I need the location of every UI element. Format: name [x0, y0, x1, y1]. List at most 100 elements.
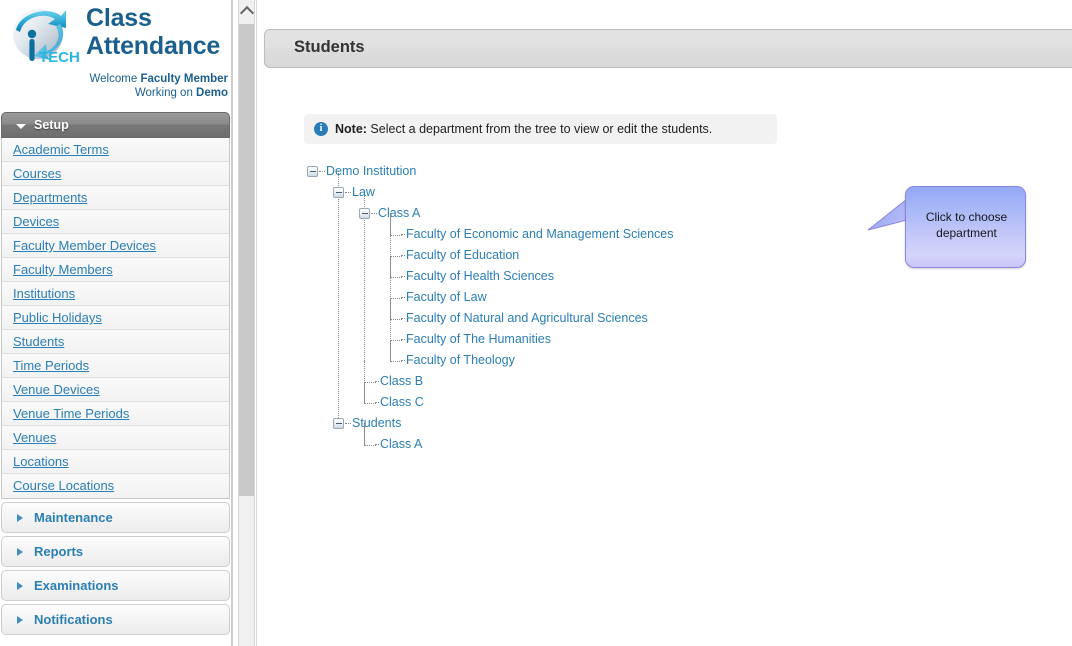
sidebar-item-label[interactable]: Locations	[13, 454, 69, 469]
sidebar-section-setup[interactable]: Setup	[1, 112, 230, 138]
sidebar-item-label[interactable]: Courses	[13, 166, 61, 181]
callout-bubble: Click to choose department	[905, 186, 1026, 268]
scrollbar-up-button[interactable]	[239, 0, 255, 21]
sidebar-item-label[interactable]: Academic Terms	[13, 142, 109, 157]
tree-node[interactable]: Faculty of Economic and Management Scien…	[385, 214, 674, 245]
app-title: Class Attendance	[86, 4, 228, 60]
sidebar-item[interactable]: Students	[2, 330, 229, 354]
tree-node-label[interactable]: Law	[352, 185, 375, 199]
department-tree: Demo Institution Law Class A Faculty of Eco…	[257, 0, 1072, 646]
tree-elbow-connector	[364, 361, 376, 383]
tree-elbow-connector	[390, 256, 402, 278]
sidebar-item[interactable]: Locations	[2, 450, 229, 474]
tree-node-label[interactable]: Class C	[380, 395, 424, 409]
brand-header: TECH Class Attendance Welcome Faculty Me…	[0, 0, 231, 112]
tree-node-label[interactable]: Class A	[380, 437, 422, 451]
sidebar-item[interactable]: Departments	[2, 186, 229, 210]
welcome-line: Welcome Faculty Member	[89, 73, 228, 85]
tree-collapse-icon[interactable]	[307, 166, 318, 177]
sidebar-section[interactable]: Reports	[1, 536, 230, 567]
sidebar-accordions: Maintenance Reports Examinations Notificati…	[0, 502, 231, 635]
tree-node-label[interactable]: Class B	[380, 374, 423, 388]
user-name: Faculty Member	[140, 73, 228, 85]
chevron-right-icon	[17, 548, 23, 556]
app-window: TECH Class Attendance Welcome Faculty Me…	[0, 0, 1072, 646]
sidebar-menu-setup: Academic Terms Courses Departments Devices F…	[1, 138, 230, 499]
tree-node[interactable]: Faculty of Education	[385, 235, 519, 266]
tree-elbow-connector	[390, 319, 402, 341]
tree-connector	[345, 192, 351, 194]
tree-node[interactable]: Law	[333, 182, 375, 203]
chevron-right-icon	[17, 616, 23, 624]
tree-node-label[interactable]: Demo Institution	[326, 164, 416, 178]
sidebar-item[interactable]: Venue Time Periods	[2, 402, 229, 426]
sidebar-item-label[interactable]: Venue Devices	[13, 382, 100, 397]
sidebar-item[interactable]: Academic Terms	[2, 138, 229, 162]
sidebar-item-label[interactable]: Departments	[13, 190, 87, 205]
sidebar-item-label[interactable]: Faculty Member Devices	[13, 238, 156, 253]
tree-node[interactable]: Faculty of Theology	[385, 340, 515, 371]
minus-glyph	[335, 423, 342, 424]
tree-elbow-connector	[390, 340, 402, 362]
tree-node[interactable]: Demo Institution	[307, 161, 416, 182]
sidebar-item-label[interactable]: Faculty Members	[13, 262, 113, 277]
tree-node-label[interactable]: Students	[352, 416, 401, 430]
tree-node[interactable]: Faculty of The Humanities	[385, 319, 551, 350]
chevron-right-icon	[17, 582, 23, 590]
sidebar-item-label[interactable]: Students	[13, 334, 64, 349]
minus-glyph	[309, 171, 316, 172]
tree-node[interactable]: Class A	[359, 424, 422, 455]
sidebar-item[interactable]: Faculty Members	[2, 258, 229, 282]
sidebar-item[interactable]: Institutions	[2, 282, 229, 306]
tree-collapse-icon[interactable]	[333, 418, 344, 429]
sidebar-section-label: Notifications	[34, 612, 113, 627]
sidebar-section[interactable]: Notifications	[1, 604, 230, 635]
tree-node[interactable]: Class C	[359, 382, 424, 413]
sidebar-item[interactable]: Venue Devices	[2, 378, 229, 402]
sidebar-item[interactable]: Course Locations	[2, 474, 229, 498]
sidebar-item-label[interactable]: Venue Time Periods	[13, 406, 129, 421]
sidebar-item-label[interactable]: Venues	[13, 430, 56, 445]
sidebar-item[interactable]: Venues	[2, 426, 229, 450]
tree-node[interactable]: Faculty of Health Sciences	[385, 256, 554, 287]
main-content: Students i Note: Select a department fro…	[257, 0, 1072, 646]
tree-elbow-connector	[364, 424, 376, 446]
scrollbar-thumb[interactable]	[239, 24, 254, 496]
tree-node-label[interactable]: Faculty of Health Sciences	[406, 269, 554, 283]
chevron-down-icon	[16, 124, 26, 129]
sidebar-scrollbar[interactable]	[238, 0, 255, 646]
sidebar-item[interactable]: Faculty Member Devices	[2, 234, 229, 258]
minus-glyph	[361, 213, 368, 214]
iptech-globe-logo-icon: TECH	[6, 4, 90, 70]
tree-connector	[375, 444, 379, 446]
welcome-text: Welcome Faculty Member Working on Demo	[4, 72, 228, 100]
svg-text:TECH: TECH	[39, 49, 80, 66]
tenant-name: Demo	[196, 87, 228, 99]
sidebar-item[interactable]: Courses	[2, 162, 229, 186]
sidebar-item[interactable]: Devices	[2, 210, 229, 234]
chevron-right-icon	[17, 514, 23, 522]
sidebar-item[interactable]: Public Holidays	[2, 306, 229, 330]
tree-node-label[interactable]: Faculty of Education	[406, 248, 519, 262]
tree-node-label[interactable]: Faculty of Natural and Agricultural Scie…	[406, 311, 648, 325]
sidebar-item-label[interactable]: Devices	[13, 214, 59, 229]
sidebar-item[interactable]: Time Periods	[2, 354, 229, 378]
tree-node[interactable]: Faculty of Natural and Agricultural Scie…	[385, 298, 648, 329]
sidebar-item-label[interactable]: Institutions	[13, 286, 75, 301]
tree-node-label[interactable]: Faculty of The Humanities	[406, 332, 551, 346]
sidebar-item-label[interactable]: Public Holidays	[13, 310, 102, 325]
tree-node-label[interactable]: Faculty of Law	[406, 290, 487, 304]
sidebar-section[interactable]: Maintenance	[1, 502, 230, 533]
tree-collapse-icon[interactable]	[333, 187, 344, 198]
tree-node-label[interactable]: Faculty of Economic and Management Scien…	[406, 227, 674, 241]
chevron-up-icon	[239, 5, 255, 21]
sidebar-section[interactable]: Examinations	[1, 570, 230, 601]
sidebar-item-label[interactable]: Time Periods	[13, 358, 89, 373]
sidebar-item-label[interactable]: Course Locations	[13, 478, 114, 493]
sidebar-section-label: Examinations	[34, 578, 119, 593]
tree-connector	[371, 213, 377, 215]
app-title-line1: Class	[86, 4, 152, 32]
tree-node-label[interactable]: Faculty of Theology	[406, 353, 515, 367]
tree-elbow-connector	[390, 235, 402, 257]
tree-collapse-icon[interactable]	[359, 208, 370, 219]
